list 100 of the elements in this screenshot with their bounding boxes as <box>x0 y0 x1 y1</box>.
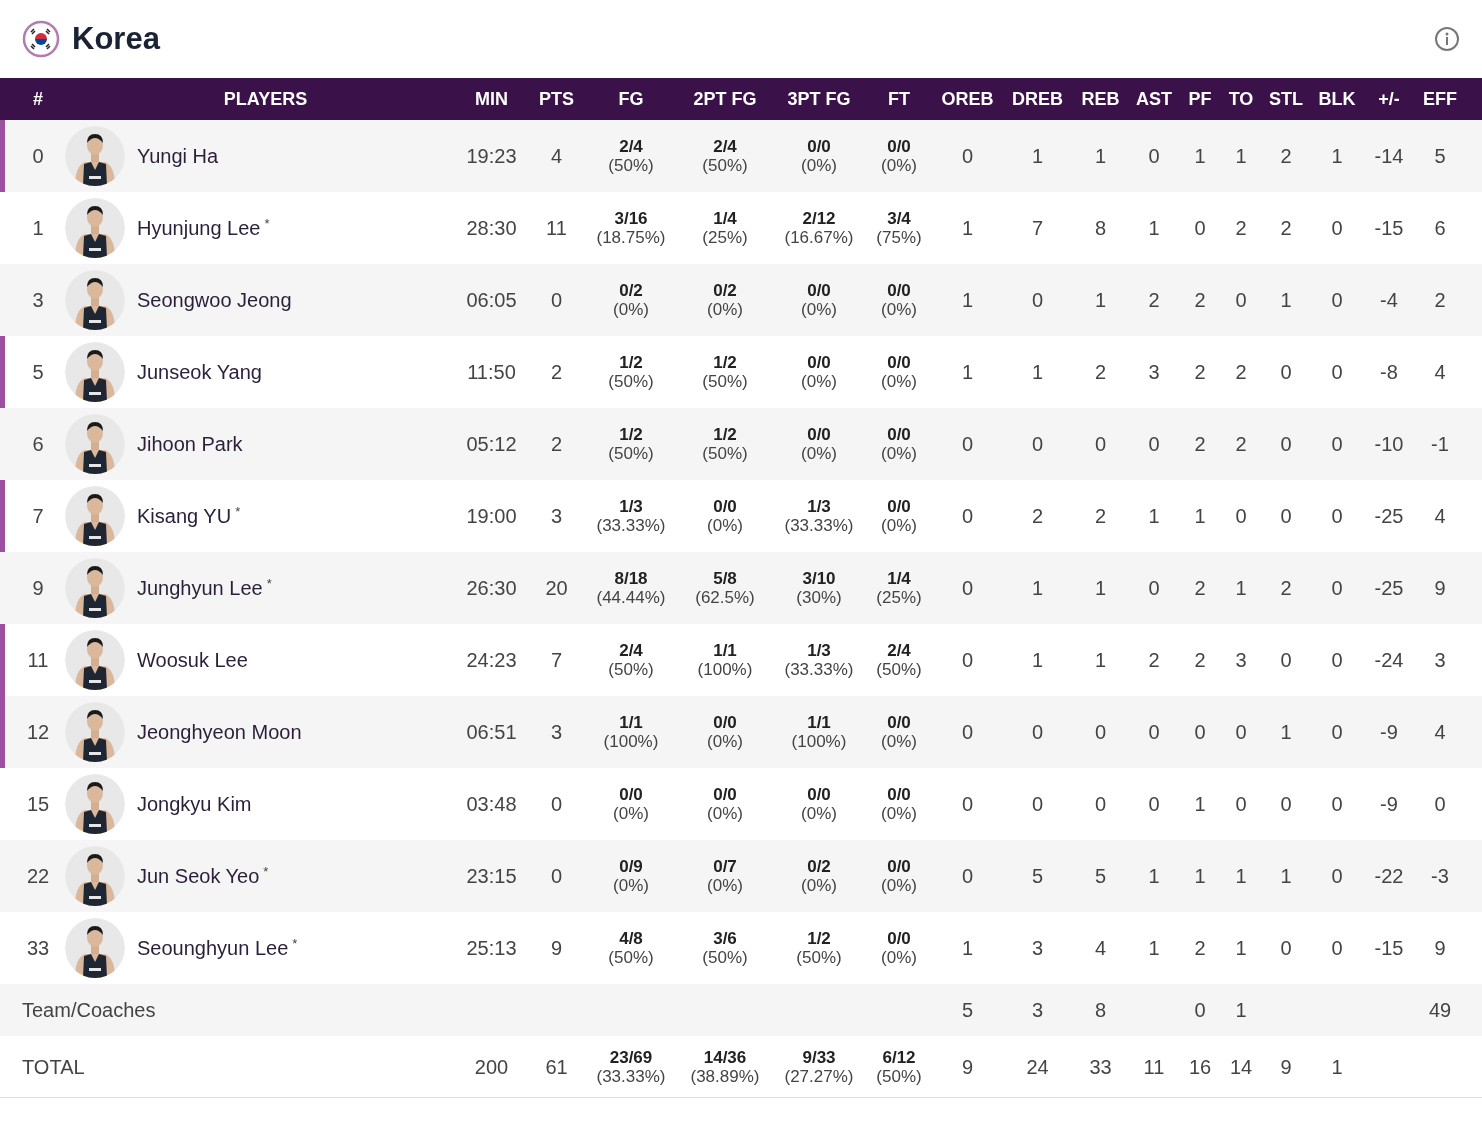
stat-value: 0 <box>961 720 974 745</box>
stat-value: 0 <box>1148 792 1160 817</box>
player-name[interactable]: Hyunjung Lee <box>137 213 261 243</box>
shots-made: 2/4 <box>619 137 643 156</box>
stat-value: 24 <box>1026 1054 1049 1080</box>
stat-value: -9 <box>1380 720 1398 745</box>
shots-made: 0/0 <box>887 137 911 156</box>
column-header[interactable]: DREB <box>1012 85 1063 113</box>
stat-value: 0 <box>550 792 563 817</box>
shot-percentage: (0%) <box>881 372 917 391</box>
stat-value: 0 <box>1280 360 1292 385</box>
stat-value: 1 <box>1331 1054 1343 1080</box>
stat-value: 11 <box>546 216 567 241</box>
column-header[interactable]: AST <box>1136 85 1172 113</box>
shot-percentage: (0%) <box>881 516 917 535</box>
column-header[interactable]: PLAYERS <box>223 85 308 113</box>
stat-value: 0 <box>1434 792 1446 817</box>
column-header[interactable]: EFF <box>1423 85 1457 113</box>
stat-value: 1 <box>961 936 974 961</box>
player-name[interactable]: Woosuk Lee <box>137 645 248 675</box>
shots-made: 2/4 <box>887 641 911 660</box>
shot-percentage: (0%) <box>881 948 917 967</box>
stat-value: 33 <box>1089 1054 1112 1080</box>
player-name[interactable]: Junghyun Lee <box>137 573 263 603</box>
player-name[interactable]: Yungi Ha <box>137 141 219 171</box>
player-name[interactable]: Seongwoo Jeong <box>137 285 292 315</box>
shots-made: 1/2 <box>713 353 737 372</box>
player-name[interactable]: Jeonghyeon Moon <box>137 717 302 747</box>
stat-value: 1 <box>1194 792 1206 817</box>
stat-value: 0 <box>1148 720 1160 745</box>
player-name[interactable]: Junseok Yang <box>137 357 262 387</box>
shot-percentage: (100%) <box>791 732 847 751</box>
shot-percentage: (0%) <box>707 300 743 319</box>
shot-percentage: (30%) <box>796 588 842 607</box>
stat-value: 2 <box>1194 648 1206 673</box>
shots-made: 0/7 <box>713 857 737 876</box>
stat-value: 3 <box>1148 360 1160 385</box>
column-header[interactable]: PF <box>1188 85 1212 113</box>
stat-value: 0 <box>1331 648 1343 673</box>
stat-value: 0 <box>1331 432 1343 457</box>
shot-percentage: (0%) <box>613 876 649 895</box>
shot-percentage: (0%) <box>707 732 743 751</box>
shot-percentage: (0%) <box>801 300 837 319</box>
stat-value: -3 <box>1431 864 1449 889</box>
stat-value: 1 <box>1235 576 1247 601</box>
stat-value: 3 <box>550 720 563 745</box>
stat-value: 0 <box>961 432 974 457</box>
stat-value: 0 <box>1031 720 1044 745</box>
stat-value: 0 <box>550 288 563 313</box>
column-header[interactable]: 3PT FG <box>787 85 851 113</box>
shots-made: 0/2 <box>713 281 737 300</box>
shots-made: 9/33 <box>802 1047 836 1067</box>
shot-percentage: (0%) <box>707 876 743 895</box>
jersey-number: 12 <box>26 720 50 745</box>
player-name[interactable]: Jun Seok Yeo <box>137 861 260 891</box>
column-header[interactable]: REB <box>1081 85 1120 113</box>
column-header[interactable]: STL <box>1269 85 1303 113</box>
info-icon[interactable] <box>1434 26 1460 52</box>
shots-made: 0/0 <box>887 425 911 444</box>
shots-made: 3/6 <box>713 929 737 948</box>
column-header[interactable]: # <box>33 85 43 113</box>
stat-value: 7 <box>1031 216 1044 241</box>
shot-percentage: (75%) <box>876 228 922 247</box>
stat-value: 9 <box>550 936 563 961</box>
stat-value: 0 <box>961 864 974 889</box>
stat-value: 0 <box>961 576 974 601</box>
player-name[interactable]: Seounghyun Lee <box>137 933 289 963</box>
stat-value: 49 <box>1428 998 1452 1023</box>
player-name[interactable]: Jihoon Park <box>137 429 243 459</box>
column-header[interactable]: TO <box>1228 85 1254 113</box>
stat-value: 28:30 <box>466 216 517 241</box>
column-header[interactable]: 2PT FG <box>693 85 757 113</box>
shot-percentage: (44.44%) <box>596 588 666 607</box>
column-header[interactable]: MIN <box>475 85 508 113</box>
shots-made: 0/0 <box>887 497 911 516</box>
shots-made: 0/0 <box>713 713 737 732</box>
column-header[interactable]: FG <box>618 85 644 113</box>
shots-made: 1/1 <box>713 641 737 660</box>
stat-value: 23:15 <box>466 864 517 889</box>
shot-percentage: (100%) <box>603 732 659 751</box>
player-name[interactable]: Jongkyu Kim <box>137 789 252 819</box>
jersey-number: 3 <box>32 288 44 313</box>
column-header[interactable]: PTS <box>539 85 574 113</box>
player-name[interactable]: Kisang YU <box>137 501 232 531</box>
shots-made: 5/8 <box>713 569 737 588</box>
column-header[interactable]: FT <box>888 85 910 113</box>
stat-value: 11 <box>1143 1054 1165 1080</box>
column-header[interactable]: +/- <box>1378 85 1400 113</box>
stat-value: 0 <box>1235 504 1247 529</box>
stat-value: 14 <box>1229 1054 1253 1080</box>
shot-percentage: (33.33%) <box>784 516 854 535</box>
shots-made: 6/12 <box>882 1047 916 1067</box>
column-header[interactable]: BLK <box>1318 85 1356 113</box>
stat-value: -25 <box>1374 504 1404 529</box>
stat-value: 2 <box>1094 504 1107 529</box>
stat-value: 1 <box>1031 144 1044 169</box>
stat-value: 1 <box>1235 144 1247 169</box>
column-header[interactable]: OREB <box>941 85 994 113</box>
stat-value: 2 <box>1434 288 1446 313</box>
stat-value: 9 <box>1434 936 1446 961</box>
